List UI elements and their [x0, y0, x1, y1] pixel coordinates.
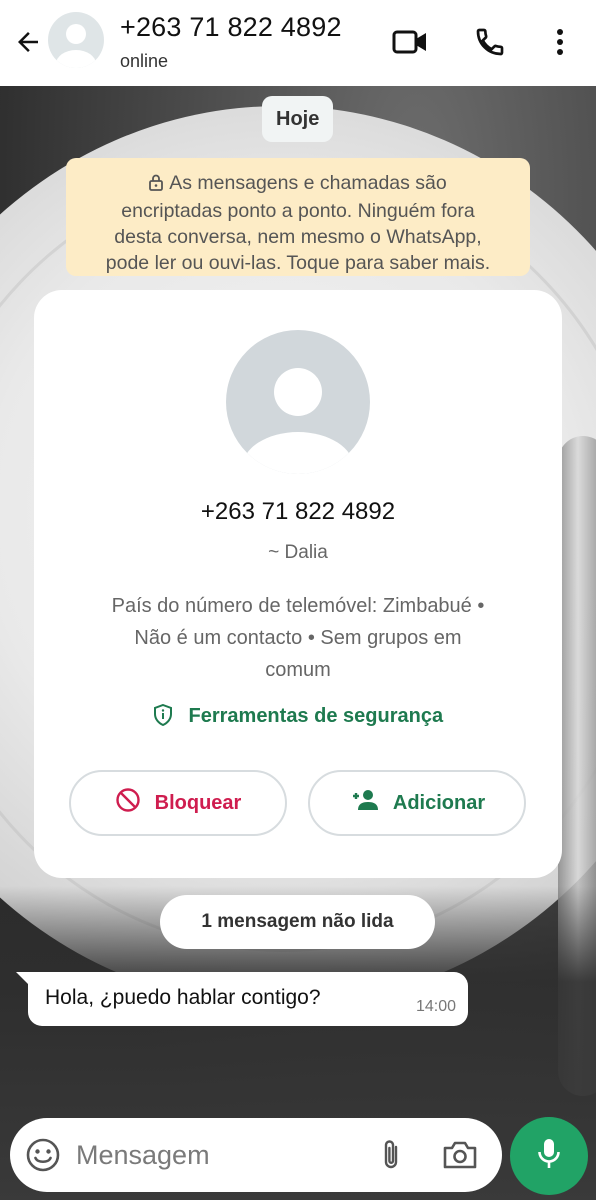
encryption-notice[interactable]: As mensagens e chamadas são encriptadas …	[66, 158, 530, 276]
voice-call-icon[interactable]	[470, 22, 510, 62]
video-call-icon[interactable]	[390, 22, 430, 62]
encryption-line-1: As mensagens e chamadas são	[66, 170, 530, 198]
contact-status: online	[120, 51, 169, 71]
microphone-button[interactable]	[510, 1117, 588, 1195]
encryption-line-4: pode ler ou ouvi-las. Toque para saber m…	[105, 252, 491, 274]
more-options-icon[interactable]	[540, 22, 580, 62]
contact-avatar[interactable]	[226, 330, 370, 474]
message-input[interactable]	[76, 1136, 356, 1174]
message-text: Hola, ¿puedo hablar contigo?	[45, 986, 321, 1009]
microphone-icon	[536, 1137, 562, 1176]
contact-details-line: comum	[265, 659, 331, 681]
paperclip-icon[interactable]	[372, 1136, 410, 1174]
emoji-icon[interactable]	[24, 1136, 62, 1174]
contact-phone: +263 71 822 4892	[200, 498, 396, 525]
contact-details-line: Não é um contacto • Sem grupos em	[134, 627, 462, 649]
add-person-icon	[349, 789, 393, 817]
contact-name: ~ Dalia	[268, 542, 328, 563]
back-arrow-icon[interactable]	[8, 22, 48, 62]
block-button[interactable]: Bloquear	[69, 770, 287, 836]
add-label: Adicionar	[392, 791, 486, 814]
safety-tools-link[interactable]: Ferramentas de segurança	[34, 703, 562, 728]
block-icon	[115, 787, 155, 819]
encryption-line-3: desta conversa, nem mesmo o WhatsApp,	[114, 226, 482, 248]
avatar[interactable]	[48, 12, 104, 68]
date-chip: Hoje	[262, 96, 334, 142]
shield-icon	[153, 703, 189, 727]
lock-icon	[149, 172, 164, 198]
unread-messages-chip: 1 mensagem não lida	[160, 895, 435, 949]
contact-info-card: +263 71 822 4892 ~ Dalia País do número …	[34, 290, 562, 878]
contact-details: País do número de telemóvel: Zimbabué • …	[74, 590, 522, 686]
add-contact-button[interactable]: Adicionar	[308, 770, 526, 836]
contact-title[interactable]: +263 71 822 4892	[120, 12, 342, 43]
encryption-line-2: encriptadas ponto a ponto. Ninguém fora	[121, 200, 475, 222]
chat-header: +263 71 822 4892 online	[0, 0, 596, 86]
block-label: Bloquear	[154, 791, 242, 814]
contact-details-line: País do número de telemóvel: Zimbabué •	[111, 595, 485, 617]
camera-icon[interactable]	[440, 1136, 480, 1174]
safety-tools-label: Ferramentas de segurança	[188, 705, 444, 727]
message-time: 14:00	[415, 998, 456, 1015]
message-bubble[interactable]: Hola, ¿puedo hablar contigo? 14:00	[28, 972, 468, 1026]
message-composer	[10, 1118, 502, 1192]
